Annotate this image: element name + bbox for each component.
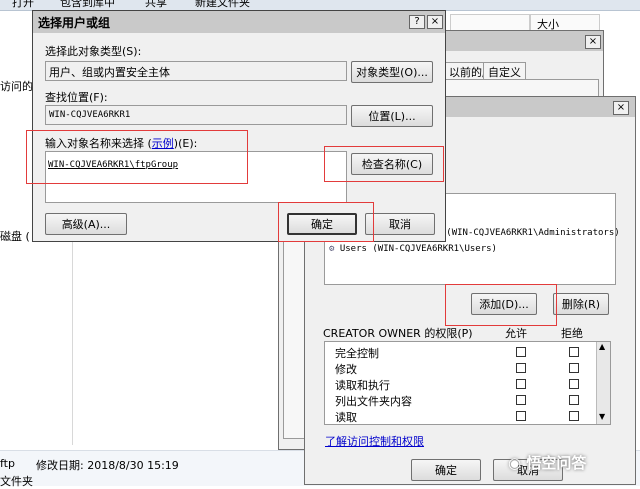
- deny-checkbox[interactable]: [569, 411, 579, 421]
- highlight-check-names: [324, 146, 444, 182]
- scroll-up-icon[interactable]: ▲: [599, 342, 605, 351]
- help-button[interactable]: ?: [409, 15, 425, 29]
- deny-checkbox[interactable]: [569, 379, 579, 389]
- allow-header: 允许: [505, 327, 527, 340]
- permission-label: 完全控制: [335, 347, 379, 360]
- nav-item-disk[interactable]: 磁盘 (: [0, 228, 30, 244]
- watermark-logo-icon: ◉: [508, 454, 522, 472]
- toolbar-new-folder[interactable]: 新建文件夹: [195, 0, 250, 10]
- permission-label: 列出文件夹内容: [335, 395, 412, 408]
- close-icon: ×: [588, 36, 598, 47]
- cancel-button[interactable]: 取消: [365, 213, 435, 235]
- object-types-button[interactable]: 对象类型(O)...: [351, 61, 433, 83]
- properties-close-button[interactable]: ×: [585, 35, 601, 49]
- toolbar-open[interactable]: 打开: [12, 0, 34, 10]
- permission-row: 读取: [325, 408, 595, 424]
- permission-label: 读取: [335, 411, 357, 424]
- permissions-ok-button[interactable]: 确定: [411, 459, 481, 481]
- dialog-title: 选择用户或组: [38, 16, 111, 30]
- toolbar-share[interactable]: 共享: [145, 0, 167, 10]
- permissions-list: 完全控制 修改 读取和执行 列出文件夹内容 读取 ▲ ▼: [324, 341, 611, 425]
- learn-access-control-link[interactable]: 了解访问控制和权限: [325, 433, 424, 449]
- permission-row: 读取和执行: [325, 376, 595, 392]
- permission-row: 完全控制: [325, 344, 595, 360]
- watermark: ◉ 悟空问答: [508, 452, 586, 473]
- location-label: 查找位置(F):: [45, 91, 108, 104]
- highlight-add: [445, 284, 557, 326]
- location-field: WIN-CQJVEA6RKR1: [45, 105, 347, 125]
- status-type: 文件夹: [0, 475, 33, 488]
- close-button[interactable]: ×: [427, 15, 443, 29]
- permission-row: 列出文件夹内容: [325, 392, 595, 408]
- select-users-dialog: 选择用户或组 ? × 选择此对象类型(S): 用户、组或内置安全主体 对象类型(…: [32, 10, 446, 242]
- close-icon: ×: [616, 102, 626, 113]
- highlight-ok: [278, 202, 374, 242]
- watermark-text: 悟空问答: [526, 454, 587, 472]
- allow-checkbox[interactable]: [516, 379, 526, 389]
- close-icon: ×: [430, 16, 440, 27]
- principal-users-label: Users (WIN-CQJVEA6RKR1\Users): [339, 244, 497, 254]
- object-type-field: 用户、组或内置安全主体: [45, 61, 347, 81]
- help-icon: ?: [414, 16, 420, 27]
- permissions-scrollbar[interactable]: ▲ ▼: [596, 342, 610, 424]
- users-group-icon: ⚙: [329, 244, 335, 254]
- highlight-enter-names: [26, 130, 248, 184]
- object-type-label: 选择此对象类型(S):: [45, 45, 142, 58]
- select-title-bar[interactable]: 选择用户或组 ? ×: [33, 11, 445, 33]
- deny-checkbox[interactable]: [569, 395, 579, 405]
- remove-button[interactable]: 删除(R): [553, 293, 609, 315]
- permission-row: 修改: [325, 360, 595, 376]
- deny-checkbox[interactable]: [569, 363, 579, 373]
- locations-button[interactable]: 位置(L)...: [351, 105, 433, 127]
- allow-checkbox[interactable]: [516, 395, 526, 405]
- permission-label: 修改: [335, 363, 357, 376]
- permission-label: 读取和执行: [335, 379, 390, 392]
- allow-checkbox[interactable]: [516, 347, 526, 357]
- tab-customize-label: 自定义: [488, 66, 521, 79]
- deny-header: 拒绝: [561, 327, 583, 340]
- deny-checkbox[interactable]: [569, 347, 579, 357]
- allow-checkbox[interactable]: [516, 363, 526, 373]
- permissions-header: CREATOR OWNER 的权限(P): [323, 327, 473, 340]
- scroll-down-icon[interactable]: ▼: [599, 412, 605, 421]
- toolbar-include-library[interactable]: 包含到库中: [60, 0, 115, 10]
- principal-item-users[interactable]: ⚙ Users (WIN-CQJVEA6RKR1\Users): [329, 244, 497, 254]
- nav-item-access[interactable]: 访问的: [0, 78, 33, 94]
- advanced-button[interactable]: 高级(A)...: [45, 213, 127, 235]
- status-modified: 修改日期: 2018/8/30 15:19: [36, 459, 179, 472]
- allow-checkbox[interactable]: [516, 411, 526, 421]
- permissions-close-button[interactable]: ×: [613, 101, 629, 115]
- status-item-name: ftp: [0, 457, 15, 470]
